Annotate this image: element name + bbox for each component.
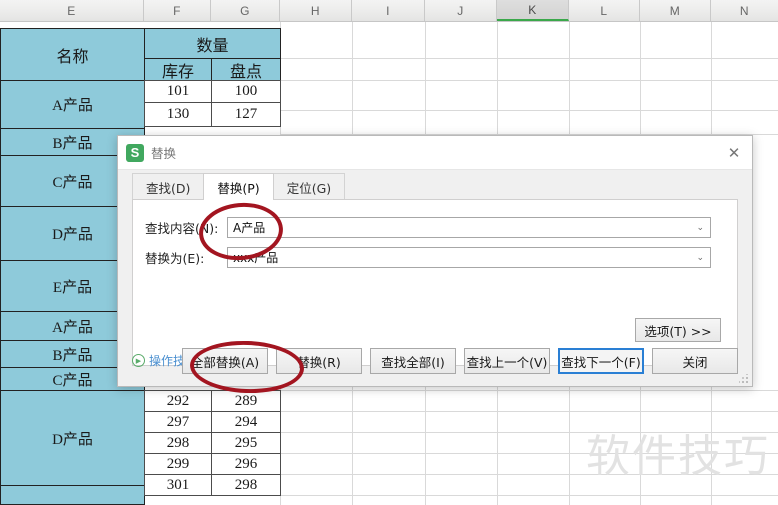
chevron-down-icon[interactable]: ⌄ <box>696 218 704 237</box>
column-header-F[interactable]: F <box>144 0 211 21</box>
dialog-footer: ▶ 操作技巧 全部替换(A) 替换(R) 查找全部(I) 查找上一个(V) 查找… <box>118 335 752 386</box>
find-input-value: A产品 <box>233 221 266 235</box>
column-header-E[interactable]: E <box>0 0 144 21</box>
gridline-horizontal <box>280 474 778 475</box>
find-field-row: 查找内容(N): A产品 ⌄ <box>145 217 711 238</box>
cell-stock-5[interactable]: 298 <box>144 432 212 454</box>
replace-all-button[interactable]: 全部替换(A) <box>182 348 268 374</box>
gridline-horizontal <box>280 80 778 81</box>
find-next-button[interactable]: 查找下一个(F) <box>558 348 644 374</box>
column-header-K[interactable]: K <box>497 0 569 21</box>
close-button[interactable]: 关闭 <box>652 348 738 374</box>
cell-count-7[interactable]: 298 <box>211 474 281 496</box>
replace-dialog[interactable]: S 替换 ✕ 查找(D) 替换(P) 定位(G) 查找内容(N): A产品 ⌄ <box>117 135 753 387</box>
screen: E F G H I J K L M N 名称 数量 库存 盘点 A产品 B产品 … <box>0 0 778 505</box>
gridline-horizontal <box>280 495 778 496</box>
table-header-count[interactable]: 盘点 <box>211 58 281 81</box>
gridline-horizontal <box>280 432 778 433</box>
gridline-horizontal <box>280 453 778 454</box>
table-header-stock[interactable]: 库存 <box>144 58 212 81</box>
cell-stock-1[interactable]: 101 <box>144 80 212 103</box>
resize-grip[interactable] <box>739 374 749 384</box>
cell-stock-3[interactable]: 292 <box>144 390 212 412</box>
column-header-L[interactable]: L <box>569 0 640 21</box>
gridline-horizontal <box>280 411 778 412</box>
find-input[interactable]: A产品 ⌄ <box>227 217 711 238</box>
dialog-tabs: 查找(D) 替换(P) 定位(G) <box>132 173 346 200</box>
column-header-row: E F G H I J K L M N <box>0 0 778 22</box>
cell-stock-7[interactable]: 301 <box>144 474 212 496</box>
replace-button[interactable]: 替换(R) <box>276 348 362 374</box>
replace-input-value: xxx产品 <box>233 251 279 265</box>
column-header-M[interactable]: M <box>640 0 711 21</box>
cell-stock-6[interactable]: 299 <box>144 453 212 475</box>
cell-count-4[interactable]: 294 <box>211 411 281 433</box>
cell-count-1[interactable]: 100 <box>211 80 281 103</box>
cell-product-10[interactable] <box>0 485 145 505</box>
column-header-G[interactable]: G <box>211 0 280 21</box>
cell-stock-4[interactable]: 297 <box>144 411 212 433</box>
column-header-I[interactable]: I <box>352 0 425 21</box>
replace-label: 替换为(E): <box>145 251 205 266</box>
cell-count-5[interactable]: 295 <box>211 432 281 454</box>
tab-goto[interactable]: 定位(G) <box>272 173 346 200</box>
wps-logo-icon: S <box>126 143 144 162</box>
dialog-title-bar[interactable]: S 替换 ✕ <box>118 136 752 170</box>
cell-product-9[interactable]: D产品 <box>0 390 145 486</box>
replace-input[interactable]: xxx产品 ⌄ <box>227 247 711 268</box>
cell-product-1[interactable]: A产品 <box>0 80 145 129</box>
chevron-down-icon[interactable]: ⌄ <box>696 248 704 267</box>
gridline-horizontal <box>280 110 778 111</box>
column-header-H[interactable]: H <box>280 0 352 21</box>
close-icon[interactable]: ✕ <box>722 142 746 164</box>
column-header-N[interactable]: N <box>711 0 778 21</box>
cell-count-3[interactable]: 289 <box>211 390 281 412</box>
cell-count-2[interactable]: 127 <box>211 102 281 127</box>
find-label: 查找内容(N): <box>145 221 219 236</box>
play-icon: ▶ <box>132 354 145 367</box>
replace-field-row: 替换为(E): xxx产品 ⌄ <box>145 247 711 268</box>
gridline-horizontal <box>280 58 778 59</box>
find-all-button[interactable]: 查找全部(I) <box>370 348 456 374</box>
table-header-name[interactable]: 名称 <box>0 28 145 81</box>
column-header-J[interactable]: J <box>425 0 497 21</box>
cell-count-6[interactable]: 296 <box>211 453 281 475</box>
tab-find[interactable]: 查找(D) <box>132 173 205 200</box>
dialog-body: 查找(D) 替换(P) 定位(G) 查找内容(N): A产品 ⌄ 替换为(E):… <box>118 170 752 386</box>
dialog-action-buttons: 全部替换(A) 替换(R) 查找全部(I) 查找上一个(V) 查找下一个(F) … <box>182 348 738 374</box>
gridline-horizontal <box>280 390 778 391</box>
find-previous-button[interactable]: 查找上一个(V) <box>464 348 550 374</box>
tab-replace[interactable]: 替换(P) <box>203 173 274 200</box>
dialog-title: 替换 <box>151 146 177 161</box>
table-header-quantity[interactable]: 数量 <box>144 28 281 59</box>
cell-stock-2[interactable]: 130 <box>144 102 212 127</box>
